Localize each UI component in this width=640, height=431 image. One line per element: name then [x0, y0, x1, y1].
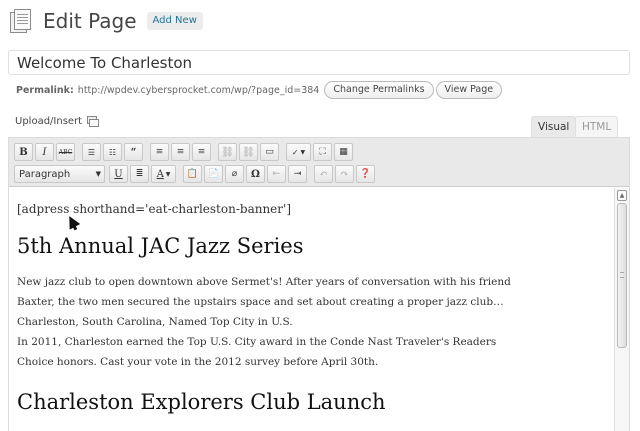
content-heading-1: 5th Annual JAC Jazz Series	[17, 234, 304, 258]
special-char-icon[interactable]: Ω	[246, 165, 265, 183]
paragraph-line: New jazz club to open downtown above Ser…	[17, 276, 511, 288]
paragraph-line: Charleston, South Carolina, Named Top Ci…	[17, 316, 293, 328]
scroll-thumb[interactable]	[617, 203, 627, 348]
align-right-icon[interactable]: ≡	[192, 143, 211, 161]
title-input[interactable]: Welcome To Charleston	[8, 50, 630, 75]
redo-icon[interactable]: ↷	[335, 165, 354, 183]
insert-more-icon[interactable]: ▭	[260, 143, 279, 161]
remove-format-icon[interactable]: ⌀	[225, 165, 244, 183]
page-title: Edit Page	[43, 9, 137, 33]
editor-toolbar: B I ABC ☰ ☷ “ ≡ ≡ ≡ ⛓ ⛓ ▭ ✓ ▼ ⛶ ▦ Paragra…	[9, 138, 629, 187]
paragraph-line: Choice honors. Cast your vote in the 201…	[17, 356, 379, 368]
indent-icon[interactable]: ⇥	[288, 165, 307, 183]
kitchen-sink-icon[interactable]: ▦	[334, 143, 353, 161]
permalink-url[interactable]: http://wpdev.cybersprocket.com/wp/?page_…	[78, 85, 320, 96]
fullscreen-icon[interactable]: ⛶	[313, 143, 332, 161]
page-header: Edit Page Add New	[10, 6, 203, 36]
toolbar-row-2: Paragraph ▼ U ≣ A ▼ 📋 📄 ⌀ Ω ⇤ ⇥ ↶ ↷ ❓	[14, 164, 629, 184]
outdent-icon[interactable]: ⇤	[267, 165, 286, 183]
paragraph-line: Baxter, the two men secured the upstairs…	[17, 296, 504, 308]
blockquote-icon[interactable]: “	[124, 143, 143, 161]
underline-icon[interactable]: U	[109, 165, 128, 183]
add-new-button[interactable]: Add New	[146, 12, 203, 30]
text-color-icon[interactable]: A ▼	[151, 165, 176, 183]
add-media-icon[interactable]	[87, 116, 100, 127]
paragraph-line: In 2011, Charleston earned the Top U.S. …	[17, 336, 497, 348]
numbered-list-icon[interactable]: ☷	[103, 143, 122, 161]
editor-scrollbar[interactable]: ▲	[614, 188, 629, 431]
toolbar-row-1: B I ABC ☰ ☷ “ ≡ ≡ ≡ ⛓ ⛓ ▭ ✓ ▼ ⛶ ▦	[14, 142, 629, 162]
paste-word-icon[interactable]: 📄	[204, 165, 223, 183]
bold-icon[interactable]: B	[14, 143, 33, 161]
upload-insert-label[interactable]: Upload/Insert	[15, 116, 82, 127]
content-paragraph: New jazz club to open downtown above Ser…	[17, 272, 607, 372]
permalink-label: Permalink:	[16, 84, 74, 96]
justify-icon[interactable]: ≣	[130, 165, 149, 183]
chevron-down-icon: ▼	[95, 170, 101, 178]
align-center-icon[interactable]: ≡	[171, 143, 190, 161]
format-select-value: Paragraph	[19, 168, 71, 180]
link-icon[interactable]: ⛓	[218, 143, 237, 161]
editor-content[interactable]: [adpress shorthand='eat-charleston-banne…	[9, 188, 615, 431]
tab-visual[interactable]: Visual	[531, 116, 577, 138]
scroll-up-icon[interactable]: ▲	[617, 190, 627, 201]
help-icon[interactable]: ❓	[356, 165, 375, 183]
upload-insert[interactable]: Upload/Insert	[15, 116, 100, 127]
align-left-icon[interactable]: ≡	[150, 143, 169, 161]
change-permalinks-button[interactable]: Change Permalinks	[324, 81, 434, 99]
pages-icon	[10, 8, 34, 34]
unlink-icon[interactable]: ⛓	[239, 143, 258, 161]
shortcode-line: [adpress shorthand='eat-charleston-banne…	[17, 202, 291, 216]
undo-icon[interactable]: ↶	[314, 165, 333, 183]
strikethrough-icon[interactable]: ABC	[56, 143, 75, 161]
view-page-button[interactable]: View Page	[435, 81, 503, 99]
paste-text-icon[interactable]: 📋	[183, 165, 202, 183]
tab-html[interactable]: HTML	[575, 116, 619, 138]
content-heading-2: Charleston Explorers Club Launch	[17, 390, 386, 414]
bullet-list-icon[interactable]: ☰	[82, 143, 101, 161]
editor: B I ABC ☰ ☷ “ ≡ ≡ ≡ ⛓ ⛓ ▭ ✓ ▼ ⛶ ▦ Paragra…	[8, 137, 630, 431]
format-select[interactable]: Paragraph ▼	[14, 165, 105, 183]
spellcheck-icon[interactable]: ✓ ▼	[286, 143, 311, 161]
permalink-row: Permalink: http://wpdev.cybersprocket.co…	[16, 81, 503, 99]
italic-icon[interactable]: I	[35, 143, 54, 161]
